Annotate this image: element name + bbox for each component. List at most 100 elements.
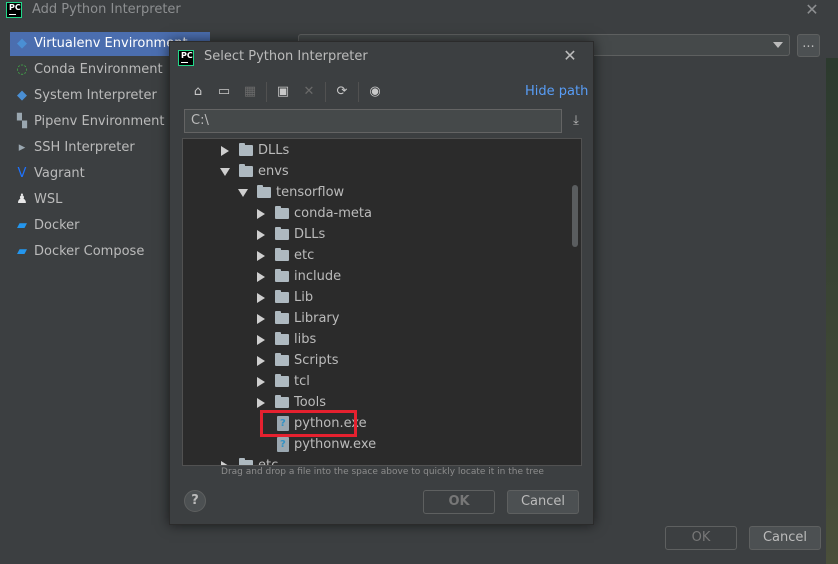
- conda-icon: ◌: [16, 62, 28, 77]
- folder-icon: [239, 143, 253, 156]
- tree-node-label: envs: [258, 164, 289, 179]
- chevron-right-icon[interactable]: [257, 356, 265, 366]
- drag-drop-hint: Drag and drop a file into the space abov…: [221, 467, 544, 477]
- new-folder-icon[interactable]: ▣: [273, 82, 293, 102]
- window-titlebar: PC Add Python Interpreter ✕: [0, 0, 838, 22]
- file-tree[interactable]: DLLs envs tensorflow conda-meta DLLs etc inclu…: [182, 138, 582, 466]
- outer-ok-button[interactable]: OK: [665, 526, 737, 550]
- sidebar-item-label: Docker Compose: [34, 244, 145, 259]
- chevron-right-icon[interactable]: [257, 377, 265, 387]
- show-hidden-icon[interactable]: ◉: [365, 82, 385, 102]
- chevron-right-icon[interactable]: [257, 314, 265, 324]
- folder-icon: [275, 227, 289, 240]
- linux-penguin-icon: ♟: [16, 192, 28, 207]
- tree-node-label: libs: [294, 332, 317, 347]
- sidebar-item-label: WSL: [34, 192, 63, 207]
- tree-node-label: Scripts: [294, 353, 339, 368]
- pipenv-icon: ▚: [17, 114, 27, 129]
- tree-node-label: tcl: [294, 374, 310, 389]
- folder-icon: [239, 164, 253, 177]
- tree-node-label: etc: [294, 248, 315, 263]
- tree-scrollbar[interactable]: [572, 185, 578, 247]
- sidebar-item-label: Virtualenv Environment: [34, 36, 188, 51]
- chevron-right-icon[interactable]: [257, 272, 265, 282]
- home-icon[interactable]: ⌂: [188, 82, 208, 102]
- chevron-right-icon[interactable]: [257, 335, 265, 345]
- desktop-icon[interactable]: ▭: [214, 82, 234, 102]
- python-file-icon: [277, 437, 289, 452]
- tree-folder-node[interactable]: Lib: [183, 287, 563, 308]
- folder-icon: [275, 290, 289, 303]
- tree-folder-node[interactable]: include: [183, 266, 563, 287]
- docker-icon: ▰: [17, 244, 27, 259]
- tree-folder-node[interactable]: Scripts: [183, 350, 563, 371]
- window-title: Add Python Interpreter: [32, 2, 181, 17]
- tree-folder-node[interactable]: etc: [183, 455, 563, 466]
- chevron-right-icon[interactable]: [257, 293, 265, 303]
- tree-folder-node[interactable]: DLLs: [183, 140, 563, 161]
- tree-node-label: include: [294, 269, 342, 284]
- help-button[interactable]: ?: [184, 490, 206, 512]
- tree-node-label: Library: [294, 311, 340, 326]
- tree-node-label: conda-meta: [294, 206, 372, 221]
- folder-icon: [239, 458, 253, 465]
- tree-file-node[interactable]: pythonw.exe: [183, 434, 563, 455]
- tree-folder-node[interactable]: tcl: [183, 371, 563, 392]
- select-interpreter-dialog: PC Select Python Interpreter ✕ ⌂ ▭ ▦ ▣ ✕ ⟳ ◉ H…: [169, 41, 594, 525]
- tree-file-node[interactable]: python.exe: [183, 413, 563, 434]
- sidebar-item-label: Docker: [34, 218, 80, 233]
- tree-folder-node[interactable]: libs: [183, 329, 563, 350]
- dialog-ok-button[interactable]: OK: [423, 490, 495, 514]
- sidebar-item-label: Conda Environment: [34, 62, 163, 77]
- folder-icon: [275, 248, 289, 261]
- delete-icon[interactable]: ✕: [299, 82, 319, 102]
- tree-node-label: DLLs: [258, 143, 290, 158]
- chevron-down-icon: [773, 42, 783, 48]
- folder-icon: [275, 206, 289, 219]
- folder-icon: [275, 332, 289, 345]
- tree-node-label: etc: [258, 458, 279, 466]
- dialog-close-button[interactable]: ✕: [560, 46, 580, 66]
- vagrant-icon: V: [17, 166, 27, 181]
- refresh-icon[interactable]: ⟳: [332, 82, 352, 102]
- sidebar-item-label: Pipenv Environment: [34, 114, 165, 129]
- pycharm-logo-icon: PC: [6, 2, 22, 18]
- tree-folder-node[interactable]: envs: [183, 161, 563, 182]
- docker-icon: ▰: [17, 218, 27, 233]
- window-close-button[interactable]: ✕: [802, 0, 822, 20]
- sidebar-item-label: SSH Interpreter: [34, 140, 135, 155]
- dialog-cancel-button[interactable]: Cancel: [507, 490, 579, 514]
- chevron-right-icon[interactable]: [257, 230, 265, 240]
- chevron-down-icon[interactable]: [220, 168, 230, 176]
- outer-cancel-button[interactable]: Cancel: [749, 526, 821, 550]
- background-window-edge: [826, 58, 838, 564]
- browse-button[interactable]: ...: [797, 34, 820, 57]
- folder-icon: [257, 185, 271, 198]
- tree-folder-node[interactable]: DLLs: [183, 224, 563, 245]
- chevron-right-icon[interactable]: [221, 461, 229, 465]
- dialog-title: Select Python Interpreter: [204, 49, 368, 64]
- tree-node-label: DLLs: [294, 227, 326, 242]
- hide-path-link[interactable]: Hide path: [525, 84, 588, 99]
- path-input[interactable]: C:\: [184, 109, 562, 133]
- tree-folder-node[interactable]: tensorflow: [183, 182, 563, 203]
- tree-folder-node[interactable]: conda-meta: [183, 203, 563, 224]
- python-icon: ◆: [17, 36, 27, 51]
- chevron-down-icon[interactable]: [238, 189, 248, 197]
- chevron-right-icon[interactable]: [257, 209, 265, 219]
- sidebar-item-label: System Interpreter: [34, 88, 157, 103]
- download-icon[interactable]: ⤓: [567, 112, 585, 130]
- folder-icon: [275, 353, 289, 366]
- chevron-right-icon[interactable]: [257, 398, 265, 408]
- tree-node-label: tensorflow: [276, 185, 345, 200]
- chevron-right-icon[interactable]: [257, 251, 265, 261]
- chevron-right-icon[interactable]: [221, 146, 229, 156]
- project-icon[interactable]: ▦: [240, 82, 260, 102]
- folder-icon: [275, 374, 289, 387]
- pycharm-logo-icon: PC: [178, 50, 194, 66]
- folder-icon: [275, 269, 289, 282]
- toolbar-separator: [358, 82, 359, 102]
- tree-folder-node[interactable]: Tools: [183, 392, 563, 413]
- tree-folder-node[interactable]: Library: [183, 308, 563, 329]
- tree-folder-node[interactable]: etc: [183, 245, 563, 266]
